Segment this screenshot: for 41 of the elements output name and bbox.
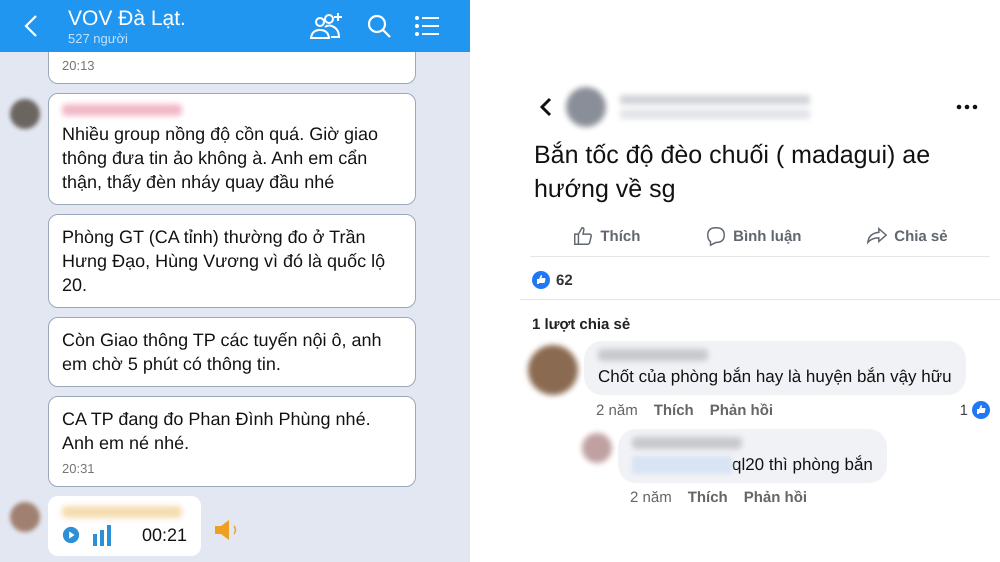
message-text: Phòng GT (CA tỉnh) thường đo ở Trần Hưng Đạo, Hùng Vương vì đó là quốc lộ 20. [62, 226, 386, 297]
reaction-count: 1 [960, 402, 968, 418]
message-text: CA TP đang đo Phan Đình Phùng nhé. Anh em né nhé. [62, 408, 372, 455]
like-button[interactable]: Thích [566, 224, 646, 248]
message-text: Nhiều group nồng độ cồn quá. Giờ giao thông đưa tin ảo không à. Anh em cẩn thận, thấy đèn nháy quay đầu nhé [62, 123, 380, 194]
comment-time: 2 năm [630, 489, 672, 506]
thumbs-up-icon [572, 225, 594, 247]
avatar[interactable] [566, 87, 606, 127]
comment-text: Chốt của phòng bắn hay là huyện bắn vậy hữu [598, 367, 952, 387]
message-time: 20:31 [62, 461, 96, 476]
like-link[interactable]: Thích [688, 489, 728, 506]
back-icon[interactable] [540, 97, 552, 117]
avatar[interactable] [582, 433, 612, 463]
share-button[interactable]: Chia sẻ [860, 224, 954, 248]
chat-title: VOV Đà Lạt. [68, 6, 187, 30]
like-link[interactable]: Thích [654, 402, 694, 418]
share-count[interactable]: 1 lượt chia sẻ [520, 300, 1000, 341]
comment-time: 2 năm [596, 402, 638, 418]
search-icon[interactable] [366, 13, 392, 39]
post-text: Bắn tốc độ đèo chuối ( madagui) ae hướng về sg [533, 140, 932, 205]
member-count: 527 người [68, 30, 129, 46]
reply-link[interactable]: Phản hồi [710, 402, 774, 418]
message-time: 20:13 [62, 58, 96, 73]
avatar[interactable] [10, 99, 40, 129]
play-icon[interactable] [62, 526, 80, 544]
speech-bubble-icon [705, 225, 728, 247]
menu-icon[interactable] [414, 15, 440, 37]
message-text: Còn Giao thông TP các tuyến nội ô, anh em chờ 5 phút có thông tin. [62, 329, 383, 376]
like-reaction-icon [532, 271, 550, 289]
voice-duration: 00:21 [142, 524, 188, 546]
reply-link[interactable]: Phản hồi [744, 489, 808, 506]
avatar[interactable] [528, 345, 578, 395]
comment-text: ql20 thì phòng bắn [732, 455, 873, 475]
comment-button[interactable]: Bình luận [699, 224, 808, 248]
more-icon[interactable] [956, 104, 978, 110]
like-count: 62 [556, 272, 573, 288]
avatar[interactable] [10, 502, 40, 532]
like-reaction-icon [972, 401, 990, 419]
audio-bars-icon [92, 524, 112, 546]
share-arrow-icon [866, 225, 888, 247]
add-member-icon[interactable] [308, 11, 344, 41]
